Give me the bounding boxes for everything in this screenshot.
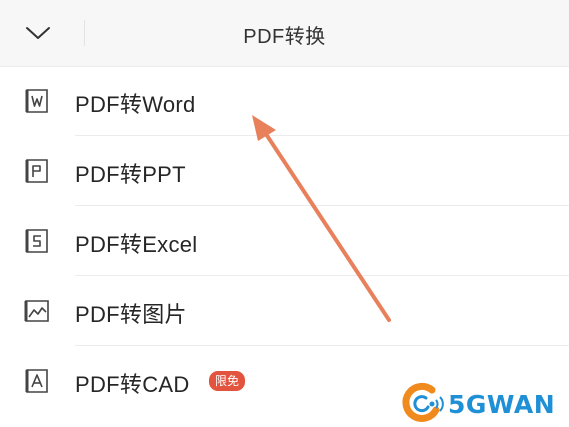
- watermark-text: 5GWAN: [448, 390, 556, 419]
- image-chart-icon: [24, 300, 49, 322]
- excel-doc-icon: [25, 229, 48, 253]
- item-label: PDF转Excel: [75, 232, 198, 257]
- item-label: PDF转Word: [75, 92, 196, 117]
- watermark-logo: 5GWAN: [398, 380, 568, 426]
- word-doc-icon: [25, 89, 48, 113]
- ppt-doc-icon: [25, 159, 48, 183]
- header-bar: PDF转换: [0, 0, 569, 67]
- free-limited-badge: 限免: [209, 371, 246, 391]
- list-item-pdf-to-word[interactable]: PDF转Word: [0, 66, 569, 136]
- list-item-pdf-to-ppt[interactable]: PDF转PPT: [0, 136, 569, 206]
- list-item-pdf-to-image[interactable]: PDF转图片: [0, 276, 569, 346]
- item-label: PDF转PPT: [75, 162, 186, 187]
- cad-doc-icon: [25, 369, 48, 393]
- logo-swirl-icon: [402, 382, 444, 422]
- item-label: PDF转图片: [75, 302, 187, 327]
- page-title: PDF转换: [243, 26, 326, 48]
- item-label: PDF转CAD: [75, 372, 190, 397]
- list-item-pdf-to-excel[interactable]: PDF转Excel: [0, 206, 569, 276]
- conversion-list: PDF转Word PDF转PPT PDF转Excel PDF转图片 PDF转CA…: [0, 66, 569, 416]
